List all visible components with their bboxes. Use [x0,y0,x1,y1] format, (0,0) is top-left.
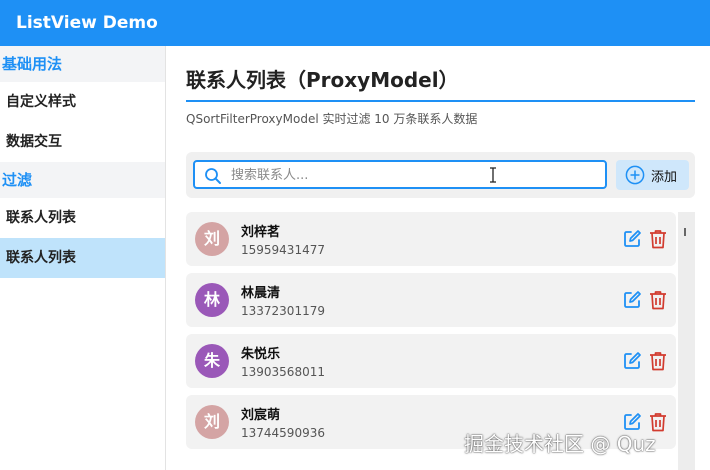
sidebar-group-filter[interactable]: 过滤 [0,162,165,198]
contact-name: 刘宸萌 [241,408,281,423]
contact-name: 刘梓茗 [241,225,281,240]
trash-icon[interactable] [649,290,667,314]
list-item[interactable]: 刘 刘梓茗 15959431477 [186,212,676,266]
sidebar-item-contact-list-proxy[interactable]: 联系人列表 [0,238,165,278]
add-contact-button[interactable]: 添加 [616,160,689,190]
text-cursor-icon [489,167,497,183]
page-title: 联系人列表（ProxyModel） [186,68,459,92]
list-scrollbar[interactable] [678,212,695,470]
app-title-bar: ListView Demo [0,0,710,46]
contact-phone: 13903568011 [241,365,325,379]
edit-icon[interactable] [622,290,642,314]
search-input[interactable] [231,165,601,185]
add-button-label: 添加 [651,170,678,185]
sidebar-group-basic[interactable]: 基础用法 [0,46,165,82]
edit-icon[interactable] [622,229,642,253]
search-icon [204,167,222,189]
avatar: 林 [195,283,229,317]
plus-circle-icon [625,165,645,189]
avatar: 朱 [195,344,229,378]
contact-name: 朱悦乐 [241,347,281,362]
contact-phone: 13744590936 [241,426,325,440]
contact-name: 林晨清 [241,286,281,301]
list-item[interactable]: 林 林晨清 13372301179 [186,273,676,327]
avatar: 刘 [195,222,229,256]
main-panel: 联系人列表（ProxyModel） QSortFilterProxyModel … [166,46,710,470]
trash-icon[interactable] [649,351,667,375]
page-subtitle: QSortFilterProxyModel 实时过滤 10 万条联系人数据 [186,112,478,126]
title-divider [186,100,695,102]
search-box[interactable] [193,160,607,189]
app-title: ListView Demo [16,13,158,33]
contact-phone: 15959431477 [241,243,325,257]
edit-icon[interactable] [622,351,642,375]
avatar: 刘 [195,405,229,439]
scrollbar-thumb[interactable] [684,228,686,236]
sidebar: 基础用法 自定义样式 数据交互 过滤 联系人列表 联系人列表 [0,46,166,470]
list-item[interactable]: 朱 朱悦乐 13903568011 [186,334,676,388]
search-toolbar: 添加 [186,152,695,198]
sidebar-item-contact-list[interactable]: 联系人列表 [0,198,165,238]
sidebar-item-custom-style[interactable]: 自定义样式 [0,82,165,122]
trash-icon[interactable] [649,229,667,253]
contact-phone: 13372301179 [241,304,325,318]
sidebar-item-data-interaction[interactable]: 数据交互 [0,122,165,162]
watermark: 掘金技术社区 @ Quz [464,432,656,456]
